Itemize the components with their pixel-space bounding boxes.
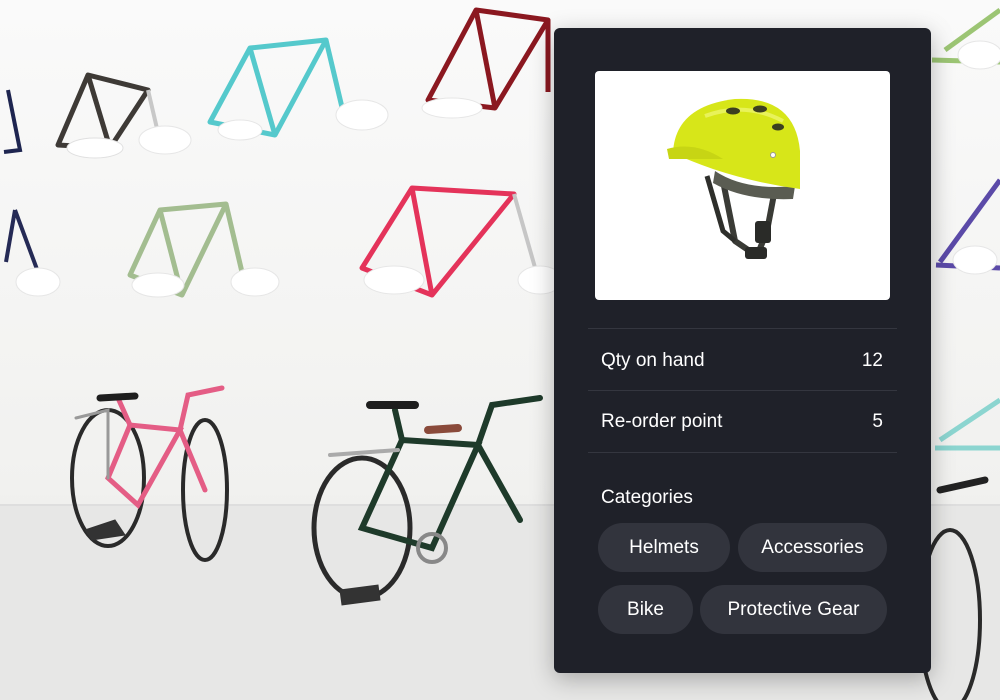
qty-on-hand-value: 12 (861, 349, 883, 371)
reorder-point-value: 5 (872, 410, 883, 432)
category-chip-helmets[interactable]: Helmets (598, 523, 730, 572)
category-chip-accessories[interactable]: Accessories (738, 523, 887, 572)
categories-title: Categories (601, 487, 693, 508)
divider (588, 452, 897, 453)
product-detail-panel: Qty on hand 12 Re-order point 5 Categori… (554, 28, 931, 673)
qty-on-hand-row: Qty on hand 12 (588, 330, 897, 391)
divider (588, 328, 897, 329)
reorder-point-label: Re-order point (601, 410, 723, 432)
category-chip-bike[interactable]: Bike (598, 585, 693, 634)
product-image (595, 71, 890, 300)
bike-helmet-icon (667, 98, 800, 259)
category-chip-protective-gear[interactable]: Protective Gear (700, 585, 887, 634)
reorder-point-row: Re-order point 5 (588, 391, 897, 452)
qty-on-hand-label: Qty on hand (601, 349, 705, 371)
